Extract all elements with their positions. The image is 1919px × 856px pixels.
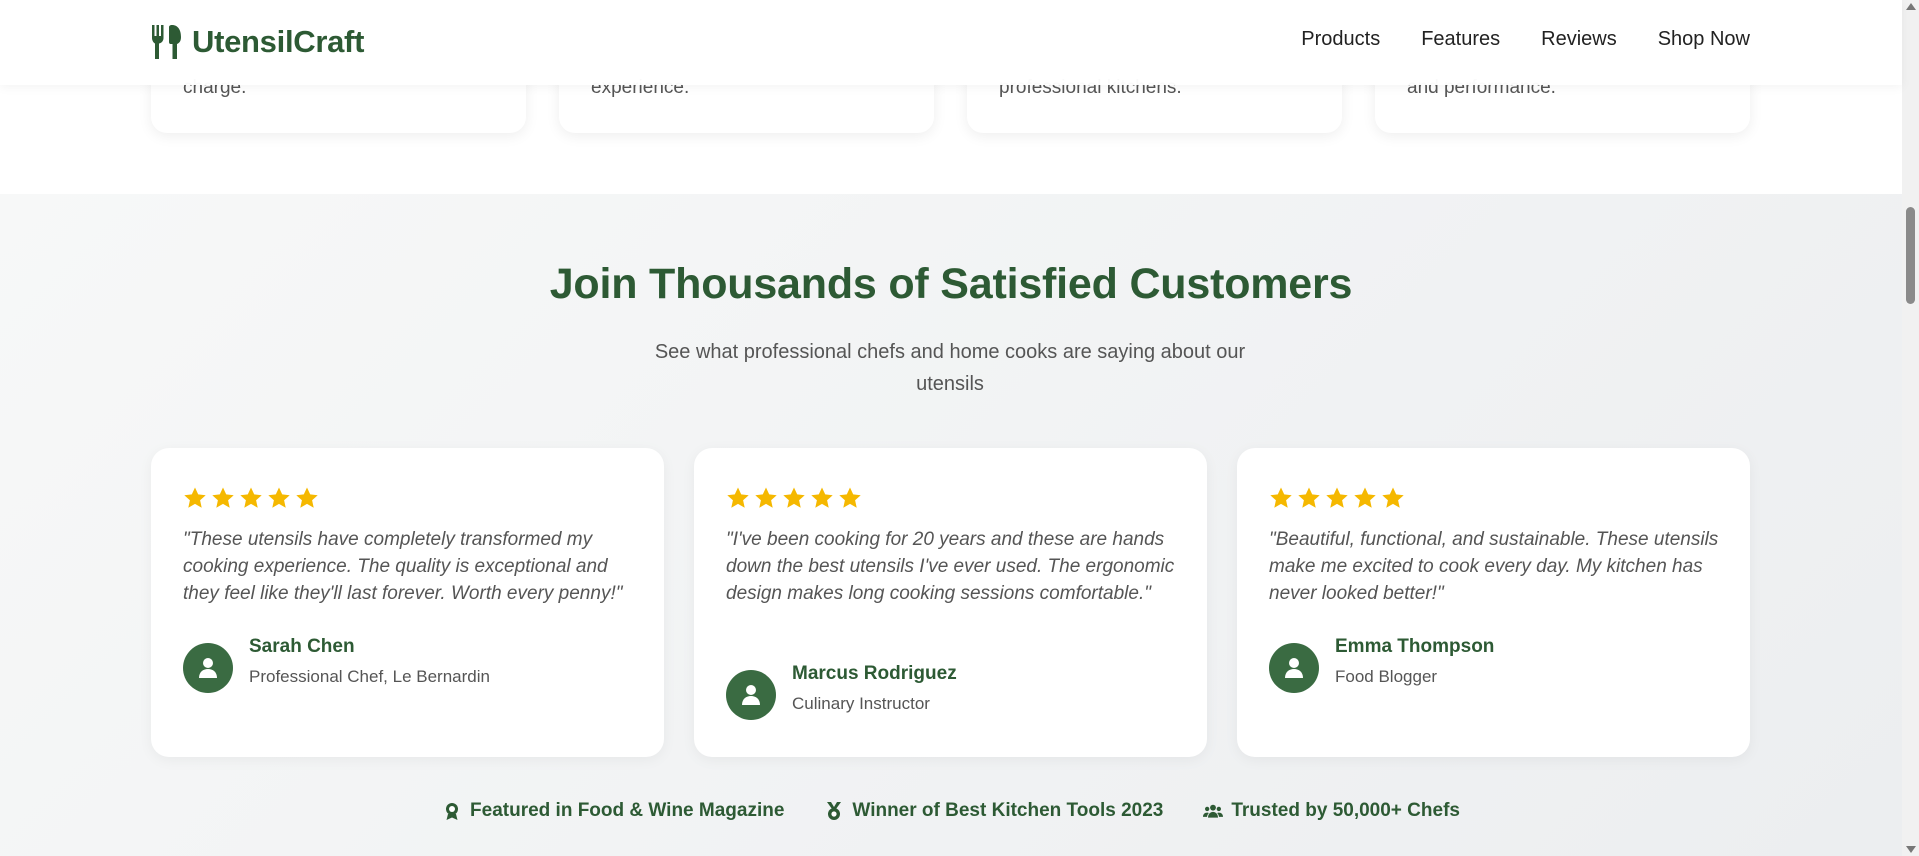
badge-label: Trusted by 50,000+ Chefs [1231, 800, 1460, 821]
nav-link-products[interactable]: Products [1301, 28, 1380, 51]
user-icon [199, 658, 217, 678]
star-rating [726, 486, 862, 510]
star-icon [268, 487, 290, 508]
award-icon [446, 803, 459, 820]
brand-name: UtensilCraft [192, 24, 365, 59]
author-info: Marcus Rodriguez Culinary Instructor [792, 663, 957, 714]
scroll-down-arrow-icon[interactable] [1906, 846, 1916, 853]
star-icon [212, 487, 234, 508]
nav-link-features[interactable]: Features [1421, 28, 1500, 51]
utensils-icon [152, 25, 181, 59]
avatar [183, 643, 233, 693]
star-icon [1326, 487, 1348, 508]
badge-trusted: Trusted by 50,000+ Chefs [1203, 800, 1460, 822]
star-icon [783, 487, 805, 508]
star-rating [1269, 486, 1405, 510]
star-icon [296, 487, 318, 508]
review-author: Sarah Chen Professional Chef, Le Bernard… [183, 636, 490, 693]
author-role: Professional Chef, Le Bernardin [249, 666, 490, 686]
review-author: Emma Thompson Food Blogger [1269, 636, 1494, 693]
review-quote: "These utensils have completely transfor… [183, 529, 623, 604]
logo[interactable]: UtensilCraft [150, 22, 364, 62]
star-icon [727, 487, 749, 508]
author-role: Culinary Instructor [792, 693, 930, 713]
star-icon [839, 487, 861, 508]
users-icon [1203, 804, 1224, 818]
star-icon [811, 487, 833, 508]
section-title: Join Thousands of Satisfied Customers [549, 260, 1353, 308]
avatar [1269, 643, 1319, 693]
badge-winner: Winner of Best Kitchen Tools 2023 [824, 800, 1163, 822]
author-name: Emma Thompson [1335, 635, 1495, 657]
author-role: Food Blogger [1335, 666, 1438, 686]
review-card: "Beautiful, functional, and sustainable.… [1237, 448, 1750, 757]
testimonials-section: Join Thousands of Satisfied Customers Se… [0, 194, 1902, 856]
nav-link-reviews[interactable]: Reviews [1541, 28, 1617, 51]
trust-badges: Featured in Food & Wine Magazine Winner … [0, 800, 1902, 822]
star-icon [1382, 487, 1404, 508]
review-quote: "I've been cooking for 20 years and thes… [726, 529, 1175, 604]
main-nav: Products Features Reviews Shop Now [1301, 28, 1750, 51]
author-name: Sarah Chen [249, 635, 355, 657]
review-card: "I've been cooking for 20 years and thes… [694, 448, 1207, 757]
badge-featured: Featured in Food & Wine Magazine [442, 800, 784, 822]
review-card: "These utensils have completely transfor… [151, 448, 664, 757]
star-icon [755, 487, 777, 508]
star-icon [1354, 487, 1376, 508]
star-icon [184, 487, 206, 508]
section-subtitle: See what professional chefs and home coo… [654, 341, 1246, 395]
review-author: Marcus Rodriguez Culinary Instructor [726, 663, 957, 720]
review-quote: "Beautiful, functional, and sustainable.… [1269, 529, 1719, 604]
scroll-thumb[interactable] [1906, 207, 1915, 304]
avatar [726, 670, 776, 720]
star-rating [183, 486, 319, 510]
page-scrollbar[interactable] [1902, 0, 1919, 856]
star-icon [1298, 487, 1320, 508]
medal-icon [827, 802, 842, 820]
site-header: UtensilCraft Products Features Reviews S… [0, 0, 1902, 85]
star-icon [1270, 487, 1292, 508]
scroll-up-arrow-icon[interactable] [1906, 3, 1916, 10]
badge-label: Featured in Food & Wine Magazine [470, 800, 785, 821]
author-info: Sarah Chen Professional Chef, Le Bernard… [249, 636, 490, 687]
star-icon [240, 487, 262, 508]
user-icon [742, 685, 760, 705]
badge-label: Winner of Best Kitchen Tools 2023 [852, 800, 1164, 821]
author-name: Marcus Rodriguez [792, 662, 957, 684]
user-icon [1285, 658, 1303, 678]
nav-link-shop-now[interactable]: Shop Now [1658, 28, 1750, 51]
author-info: Emma Thompson Food Blogger [1335, 636, 1494, 687]
